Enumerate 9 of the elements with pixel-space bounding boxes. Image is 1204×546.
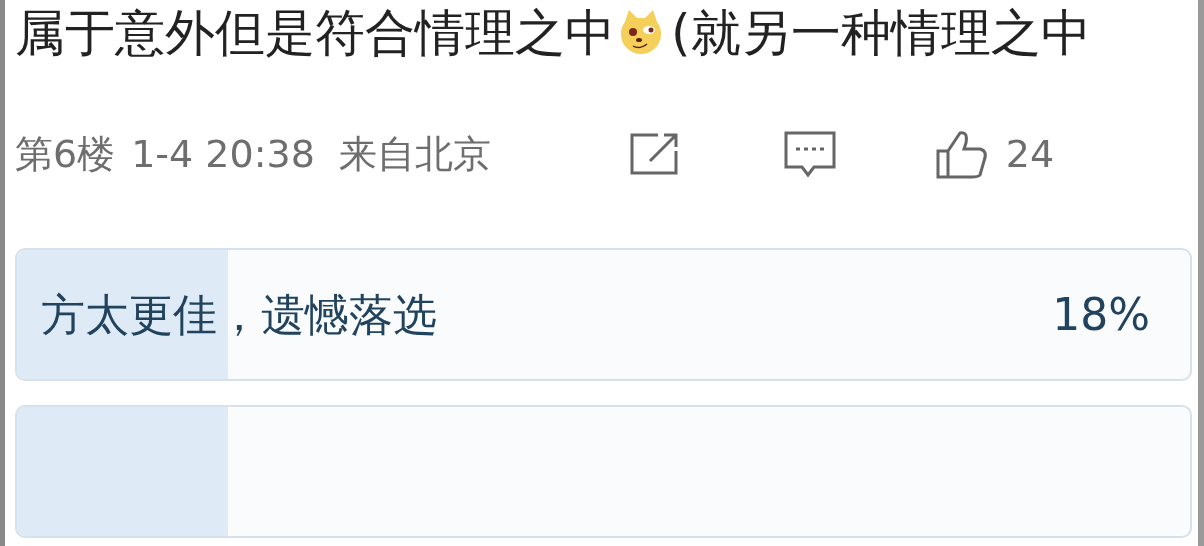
option-label: 方太更佳，遗憾落选 bbox=[41, 287, 437, 342]
like-count: 24 bbox=[1005, 130, 1055, 178]
floor-number: 第6楼 bbox=[15, 130, 116, 178]
comment-text: (就另一种情理之中 bbox=[671, 4, 1091, 62]
option-percent: 18% bbox=[1052, 287, 1150, 342]
comment-text: 属于意外但是符合情理之中 bbox=[15, 4, 615, 62]
poll-option[interactable]: 方太更佳，遗憾落选 18% bbox=[15, 248, 1192, 381]
timestamp: 1-4 20:38 bbox=[131, 130, 315, 178]
location-text: 来自北京 bbox=[338, 130, 491, 178]
